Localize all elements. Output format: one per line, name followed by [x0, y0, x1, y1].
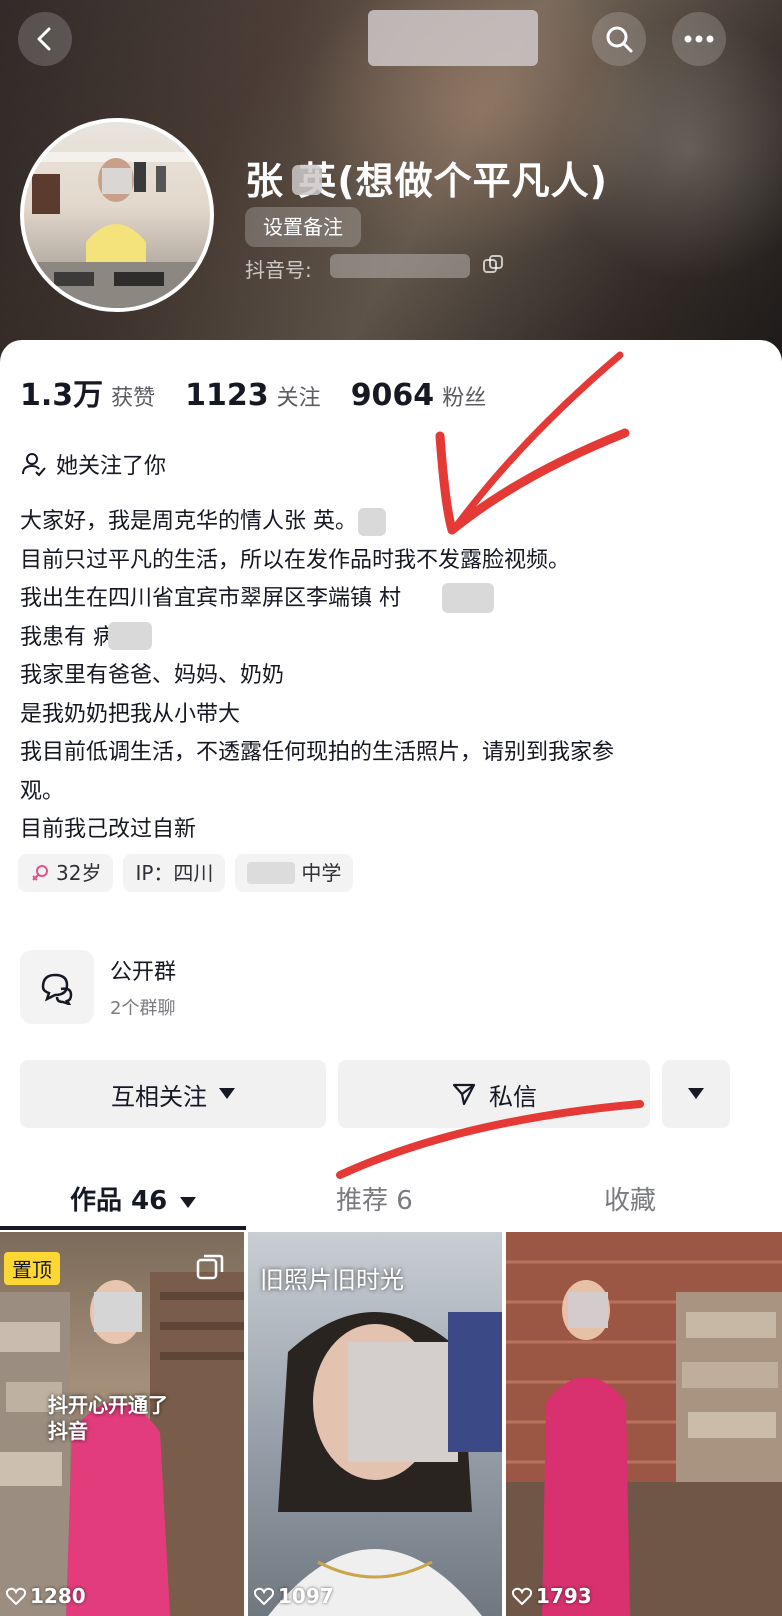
bio-line: 观。: [20, 778, 65, 804]
tab-favorites[interactable]: 收藏: [604, 1180, 656, 1217]
video-thumbnail[interactable]: 1793: [506, 1232, 782, 1616]
likes-count: 1280: [6, 1584, 86, 1608]
school-text: 中学: [301, 861, 342, 885]
mosaic-blur: [330, 254, 470, 278]
search-icon: [606, 26, 633, 53]
mosaic-blur: [108, 622, 152, 650]
school-tag[interactable]: 中学: [235, 854, 354, 892]
caret-down-icon: [180, 1197, 197, 1208]
content-tabs: 作品 46 推荐 6 收藏: [0, 1170, 782, 1230]
followers-label[interactable]: 粉丝: [442, 380, 486, 412]
mutual-follow-label: 互相关注: [111, 1082, 207, 1111]
public-group-entry[interactable]: 公开群 2个群聊: [20, 950, 176, 1024]
follows-you-indicator: 她关注了你: [20, 448, 166, 480]
caret-down-icon: [688, 1088, 704, 1099]
age-tag: 32岁: [18, 854, 114, 892]
video-overlay-text: 抖开心开通了 抖音: [48, 1392, 168, 1444]
pinned-badge: 置顶: [4, 1252, 60, 1285]
bio-line: 目前只过平凡的生活，所以在发作品时我不发露脸视频。: [20, 547, 571, 573]
tab-favorites-label: 收藏: [604, 1186, 657, 1216]
active-tab-indicator: [0, 1226, 246, 1230]
bio-line: 是我奶奶把我从小带大: [20, 701, 241, 727]
back-button[interactable]: [18, 12, 72, 66]
message-button[interactable]: 私信: [338, 1060, 650, 1128]
likes-count: 1793: [512, 1584, 592, 1608]
avatar-photo: [24, 152, 210, 308]
tab-recommend[interactable]: 推荐 6: [336, 1180, 413, 1217]
profile-tags: 32岁 IP：四川 中学: [18, 854, 354, 892]
group-chat-icon-box: [20, 950, 94, 1024]
likes-count: 1.3万: [20, 378, 104, 413]
profile-stats: 1.3万 获赞 1123 关注 9064 粉丝: [20, 370, 516, 414]
ip-text: IP：四川: [135, 861, 214, 885]
group-title: 公开群: [110, 960, 177, 985]
female-icon: [32, 865, 48, 881]
likes-value: 1280: [30, 1584, 86, 1608]
mosaic-blur: [358, 508, 386, 536]
overlay-line: 抖音: [48, 1419, 88, 1443]
douyin-id-label: 抖音号:: [245, 258, 312, 282]
tab-works-label: 作品 46: [70, 1186, 168, 1216]
group-chat-icon: [41, 973, 73, 1005]
video-caption: 旧照片旧时光: [260, 1266, 404, 1294]
likes-value: 1793: [536, 1584, 592, 1608]
video-thumbnail[interactable]: 置顶 抖开心开通了 抖音 1280: [0, 1232, 244, 1616]
search-button[interactable]: [592, 12, 646, 66]
bio-line: 我家里有爸爸、妈妈、奶奶: [20, 663, 285, 688]
group-text: 公开群 2个群聊: [110, 954, 176, 1020]
group-subtitle: 2个群聊: [110, 998, 176, 1019]
set-remark-button[interactable]: 设置备注: [245, 207, 361, 247]
bio-line: 我出生在四川省宜宾市翠屏区李端镇 村: [20, 586, 401, 611]
multi-image-icon: [196, 1254, 224, 1280]
mosaic-blur: [442, 583, 494, 613]
back-arrow-icon: [37, 27, 51, 51]
heart-icon: [512, 1587, 532, 1605]
following-label[interactable]: 关注: [277, 380, 321, 412]
douyin-id: 抖音号:: [245, 254, 312, 283]
age-text: 32岁: [56, 861, 102, 885]
mosaic-blur: [368, 10, 538, 66]
tab-recommend-label: 推荐 6: [336, 1186, 413, 1216]
copy-icon[interactable]: [482, 254, 504, 276]
heart-icon: [254, 1587, 274, 1605]
heart-icon: [6, 1587, 26, 1605]
video-grid: 置顶 抖开心开通了 抖音 1280 旧照片旧时光 1097 1793: [0, 1232, 782, 1616]
likes-label: 获赞: [111, 386, 156, 411]
likes-value: 1097: [278, 1584, 334, 1608]
likes-count: 1097: [254, 1584, 334, 1608]
bio-line: 目前我己改过自新: [20, 817, 197, 842]
more-options-button[interactable]: [662, 1060, 730, 1128]
user-follow-icon: [22, 453, 46, 477]
avatar[interactable]: [20, 118, 214, 312]
video-thumbnail[interactable]: 旧照片旧时光 1097: [248, 1232, 502, 1616]
bio-line: 我目前低调生活，不透露任何现拍的生活照片，请别到我家参: [20, 740, 615, 765]
follows-you-text: 她关注了你: [56, 454, 167, 479]
ip-tag: IP：四川: [123, 854, 226, 892]
followers-count[interactable]: 9064: [351, 378, 435, 413]
overlay-line: 抖开心开通了: [48, 1393, 168, 1417]
more-button[interactable]: [672, 12, 726, 66]
mutual-follow-button[interactable]: 互相关注: [20, 1060, 326, 1128]
tab-works[interactable]: 作品 46: [70, 1180, 197, 1217]
profile-header: 张 英(想做个平凡人) 设置备注 抖音号:: [0, 0, 782, 370]
message-label: 私信: [489, 1082, 537, 1111]
more-icon: [684, 35, 714, 43]
send-message-icon: [452, 1083, 476, 1106]
bio: 大家好，我是周克华的情人张 英。 目前只过平凡的生活，所以在发作品时我不发露脸视…: [20, 503, 740, 850]
mosaic-blur: [292, 165, 322, 195]
caret-down-icon: [219, 1088, 235, 1099]
following-count[interactable]: 1123: [185, 378, 269, 413]
video-cover: [506, 1232, 782, 1616]
mosaic-blur: [247, 862, 296, 884]
